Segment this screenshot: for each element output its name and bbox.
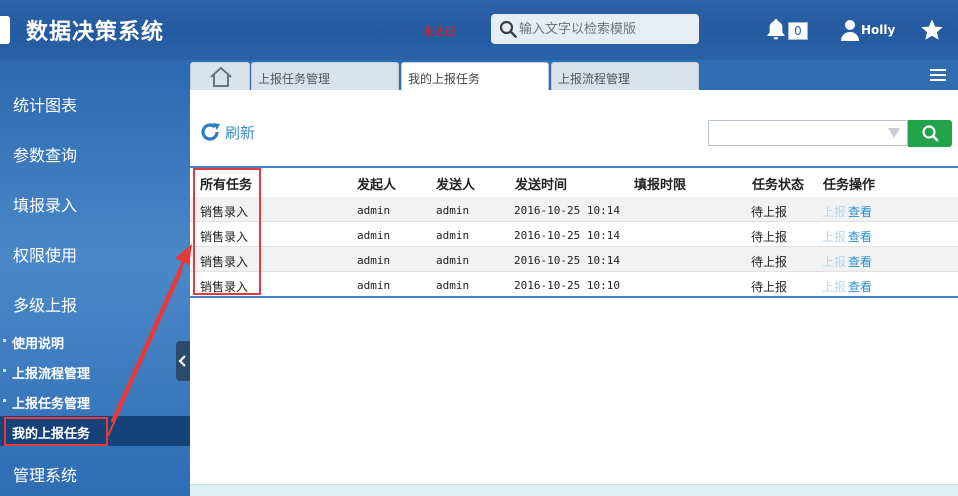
table-bottom-border: [190, 296, 958, 298]
tab-my-report-tasks[interactable]: 我的上报任务: [401, 62, 549, 90]
search-input[interactable]: [519, 20, 689, 38]
status-cell: 待上报: [751, 230, 788, 244]
annotation-highlight-sidebar-item: [4, 417, 108, 446]
send-time-cell: 2016-10-25 10:14: [514, 204, 620, 217]
notification-count-badge[interactable]: 0: [788, 22, 808, 40]
sidebar-subitem-task-management[interactable]: 上报任务管理: [0, 393, 190, 412]
table-row: 销售录入 admin admin 2016-10-25 10:10 待上报 上报…: [190, 272, 958, 297]
view-link[interactable]: 查看: [848, 228, 872, 245]
initiator-cell: admin: [357, 279, 391, 292]
refresh-label: 刷新: [225, 124, 256, 142]
tab-report-task-management[interactable]: 上报任务管理: [251, 62, 399, 90]
view-link[interactable]: 查看: [848, 253, 872, 270]
table-row: 销售录入 admin admin 2016-10-25 10:14 待上报 上报…: [190, 247, 958, 272]
tab-label: 我的上报任务: [408, 72, 481, 86]
logo-mark: [0, 16, 10, 44]
column-header-status: 任务状态: [752, 178, 805, 193]
column-header-actions: 任务操作: [823, 178, 876, 193]
sidebar-item-multi-level-report[interactable]: 多级上报: [0, 292, 190, 316]
send-time-cell: 2016-10-25 10:14: [514, 254, 620, 267]
table-row: 销售录入 admin admin 2016-10-25 10:14 待上报 上报…: [190, 222, 958, 247]
sidebar-subitem-flow-management[interactable]: 上报流程管理: [0, 363, 190, 382]
template-search-box[interactable]: [491, 14, 699, 44]
report-link[interactable]: 上报: [822, 253, 846, 270]
sidebar-subitem-usage-guide[interactable]: 使用说明: [0, 333, 190, 352]
sender-cell: admin: [436, 204, 470, 217]
table-top-border: [190, 166, 958, 168]
home-icon: [210, 66, 232, 87]
sidebar-item-permission[interactable]: 权限使用: [0, 242, 190, 266]
bullet-icon: [3, 369, 6, 372]
task-filter-combo[interactable]: [708, 120, 908, 146]
bell-icon[interactable]: [764, 17, 788, 41]
tab-home[interactable]: [190, 62, 250, 90]
column-header-initiator: 发起人: [357, 178, 397, 193]
sidebar-item-fill-entry[interactable]: 填报录入: [0, 192, 190, 216]
report-link[interactable]: 上报: [822, 203, 846, 220]
tab-label: 上报任务管理: [258, 72, 331, 86]
status-cell: 待上报: [751, 205, 788, 219]
refresh-icon: [201, 123, 220, 141]
initiator-cell: admin: [357, 254, 391, 267]
top-header: 数据决策系统 未注册 0 Holly: [0, 0, 958, 60]
bullet-icon: [3, 399, 6, 402]
unregistered-label[interactable]: 未注册: [423, 23, 456, 39]
menu-icon[interactable]: [930, 68, 946, 82]
sidebar-item-label: 多级上报: [13, 296, 78, 315]
search-icon: [922, 125, 939, 142]
sidebar-item-admin-system[interactable]: 管理系统: [0, 462, 190, 486]
sidebar-item-stat-charts[interactable]: 统计图表: [0, 92, 190, 116]
tab-label: 上报流程管理: [558, 72, 631, 86]
sidebar-subitem-label: 上报任务管理: [12, 397, 91, 412]
report-link[interactable]: 上报: [822, 278, 846, 295]
sidebar-item-param-query[interactable]: 参数查询: [0, 142, 190, 166]
sender-cell: admin: [436, 229, 470, 242]
tab-report-flow-management[interactable]: 上报流程管理: [551, 62, 699, 90]
bullet-icon: [3, 339, 6, 342]
sidebar-item-label: 统计图表: [13, 96, 78, 115]
sidebar-subitem-label: 使用说明: [12, 337, 65, 352]
sidebar-item-label: 参数查询: [13, 146, 78, 165]
user-name[interactable]: Holly: [861, 23, 895, 37]
search-icon: [499, 20, 517, 38]
sidebar-item-label: 权限使用: [13, 246, 78, 265]
search-button[interactable]: [908, 120, 952, 147]
app-title: 数据决策系统: [26, 20, 165, 45]
view-link[interactable]: 查看: [848, 203, 872, 220]
column-header-deadline: 填报时限: [634, 178, 687, 193]
initiator-cell: admin: [357, 204, 391, 217]
sender-cell: admin: [436, 254, 470, 267]
column-header-send-time: 发送时间: [515, 178, 568, 193]
annotation-highlight-task-column: [193, 168, 261, 295]
initiator-cell: admin: [357, 229, 391, 242]
sidebar-collapse-button[interactable]: [176, 341, 190, 381]
send-time-cell: 2016-10-25 10:14: [514, 229, 620, 242]
sidebar-subitem-label: 上报流程管理: [12, 367, 91, 382]
dropdown-arrow-icon[interactable]: [888, 128, 900, 138]
tab-bar: 上报任务管理 我的上报任务 上报流程管理: [190, 60, 958, 90]
sender-cell: admin: [436, 279, 470, 292]
star-icon[interactable]: [920, 18, 944, 42]
collapse-arrow-icon: [178, 355, 186, 367]
column-header-sender: 发送人: [436, 178, 476, 193]
sidebar-item-label: 管理系统: [13, 466, 78, 485]
sidebar-item-label: 填报录入: [13, 196, 78, 215]
send-time-cell: 2016-10-25 10:10: [514, 279, 620, 292]
status-cell: 待上报: [751, 255, 788, 269]
report-link[interactable]: 上报: [822, 228, 846, 245]
user-icon[interactable]: [840, 19, 860, 41]
table-row: 销售录入 admin admin 2016-10-25 10:14 待上报 上报…: [190, 197, 958, 222]
bottom-scroll-bar[interactable]: [190, 484, 958, 496]
status-cell: 待上报: [751, 280, 788, 294]
view-link[interactable]: 查看: [848, 278, 872, 295]
